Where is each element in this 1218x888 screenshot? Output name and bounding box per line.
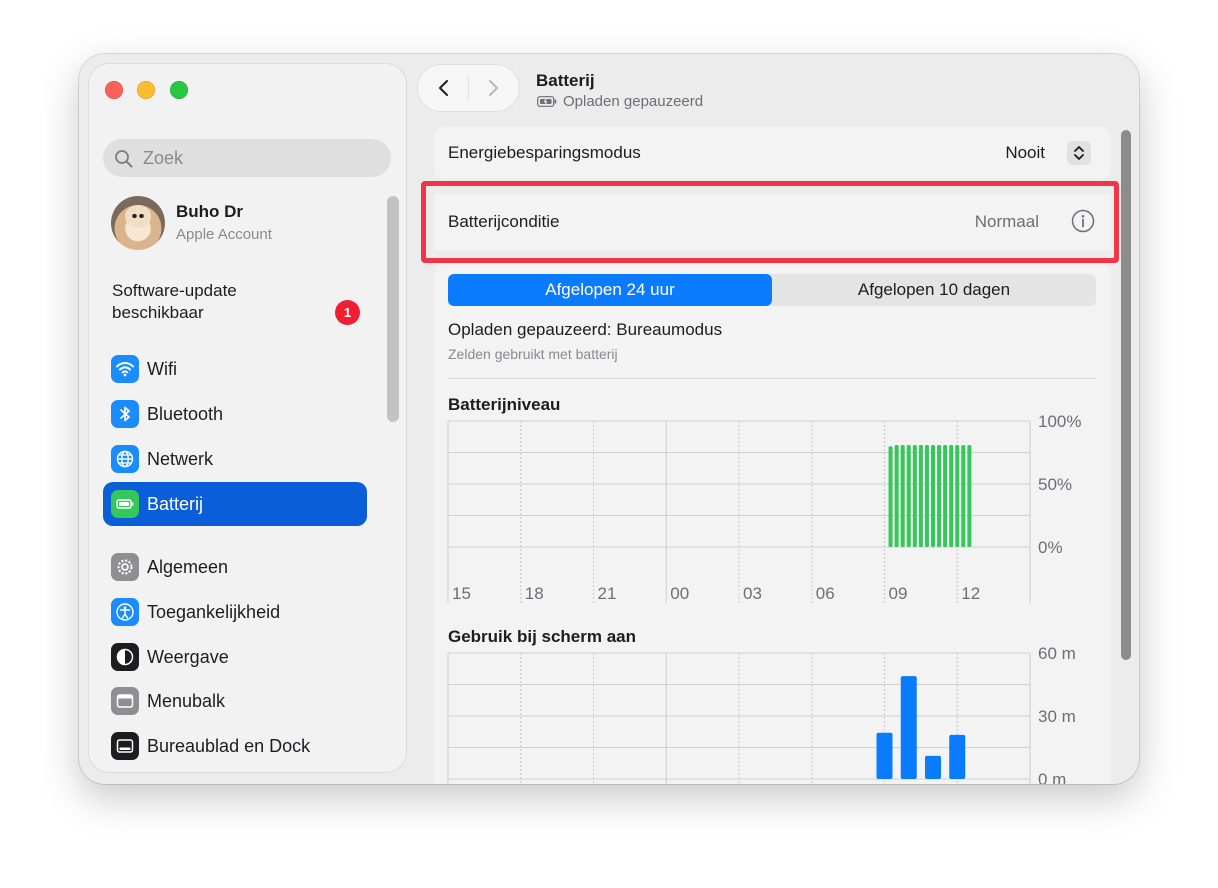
x-tick-label: 15 (452, 584, 471, 603)
sidebar-item-weergave[interactable]: Weergave (103, 635, 367, 679)
update-badge: 1 (335, 300, 360, 325)
chart-bar (937, 444, 942, 547)
account-name: Buho Dr (176, 202, 244, 221)
sidebar-item-toegankelijkheid[interactable]: Toegankelijkheid (103, 590, 367, 634)
chart-bar (961, 444, 966, 547)
search-icon (115, 150, 133, 168)
chart-bar (955, 444, 960, 547)
info-icon[interactable] (1070, 208, 1096, 234)
divider (468, 76, 469, 100)
back-button[interactable] (433, 77, 455, 99)
sidebar-item-label: Algemeen (147, 557, 229, 577)
y-tick-label: 0 m (1038, 770, 1066, 784)
battery-history-card: Afgelopen 24 uur Afgelopen 10 dagen Opla… (434, 264, 1111, 784)
x-tick-label: 21 (598, 584, 617, 603)
close-window-button[interactable] (105, 81, 123, 99)
battery-condition-row: Batterijconditie Normaal (434, 194, 1111, 250)
battery-paused-icon (537, 96, 557, 107)
appearance-icon (111, 643, 139, 671)
battery-condition-label: Batterijconditie (448, 212, 560, 231)
bluetooth-icon (111, 400, 139, 428)
energy-saving-row: Energiebesparingsmodus Nooit (434, 127, 1111, 179)
x-tick-label: 12 (961, 584, 980, 603)
y-tick-label: 0% (1038, 538, 1063, 557)
sidebar-item-label: Bluetooth (147, 404, 224, 424)
sidebar-item-algemeen[interactable]: Algemeen (103, 545, 367, 589)
chart-bar (949, 444, 954, 547)
y-tick-label: 60 m (1038, 644, 1076, 663)
chart-bar (925, 755, 941, 779)
sidebar-item-wifi[interactable]: Wifi (103, 347, 367, 391)
page-subtitle: Opladen gepauzeerd (537, 93, 703, 110)
battery-condition-value: Normaal (974, 212, 1039, 231)
chart-bar (894, 444, 899, 547)
sidebar-item-menubalk[interactable]: Menubalk (103, 679, 367, 723)
x-tick-label: 09 (889, 584, 908, 603)
chart-bar (943, 444, 948, 547)
energy-saving-label: Energiebesparingsmodus (448, 143, 641, 162)
account-subtitle: Apple Account (176, 226, 272, 243)
y-tick-label: 50% (1038, 475, 1072, 494)
sidebar-item-label: Netwerk (147, 449, 214, 469)
chart-bar (967, 444, 972, 547)
y-tick-label: 30 m (1038, 707, 1076, 726)
apple-account-item[interactable]: Buho Dr Apple Account (111, 194, 391, 254)
page-subtitle-text: Opladen gepauzeerd (563, 93, 704, 110)
chart-bar (918, 444, 923, 547)
x-tick-label: 06 (816, 584, 835, 603)
chart-bar (888, 446, 893, 547)
zoom-window-button[interactable] (170, 81, 188, 99)
search-placeholder: Zoek (143, 148, 184, 168)
chart-bar (900, 676, 917, 779)
minimize-window-button[interactable] (137, 81, 155, 99)
wifi-icon (111, 355, 139, 383)
chart-bar (900, 444, 905, 547)
sidebar: Zoek Buho Dr Apple Account Software-upda… (89, 64, 406, 772)
chart-bar (924, 444, 929, 547)
chevron-updown-icon (1074, 146, 1084, 160)
avatar (111, 196, 165, 250)
chart-bar (931, 444, 935, 547)
sidebar-item-bureaublad-en-dock[interactable]: Bureaublad en Dock (103, 724, 367, 768)
chart-bar (912, 444, 917, 547)
page-title: Batterij (536, 71, 595, 90)
navigation-buttons (418, 65, 519, 111)
settings-window: Zoek Buho Dr Apple Account Software-upda… (79, 54, 1139, 784)
sidebar-scrollbar[interactable] (387, 196, 399, 422)
sidebar-item-label: Bureaublad en Dock (147, 736, 311, 756)
chart-bar (949, 734, 966, 779)
sidebar-item-batterij[interactable]: Batterij (103, 482, 367, 526)
sidebar-item-label: Weergave (147, 647, 229, 667)
software-update-item[interactable]: Software-update beschikbaar (112, 280, 372, 324)
main-scrollbar[interactable] (1121, 130, 1131, 660)
y-tick-label: 100% (1038, 412, 1081, 431)
gear-icon (111, 553, 139, 581)
x-tick-label: 18 (525, 584, 544, 603)
chart-bar (906, 444, 911, 547)
sidebar-item-label: Toegankelijkheid (147, 602, 281, 622)
dock-icon (111, 732, 139, 760)
sidebar-item-netwerk[interactable]: Netwerk (103, 437, 367, 481)
menubar-icon (111, 687, 139, 715)
battery-charts: 100% 50% 0% 15 18 21 00 03 06 09 12 60 m 30 m 0 m (447, 412, 1081, 784)
x-tick-label: 03 (743, 584, 762, 603)
battery-icon (111, 490, 139, 518)
energy-saving-popup-button[interactable] (1067, 141, 1091, 165)
energy-saving-value[interactable]: Nooit (1005, 143, 1045, 163)
software-update-label: Software-update beschikbaar (112, 281, 237, 322)
sidebar-item-label: Menubalk (147, 691, 226, 711)
sidebar-item-label: Batterij (147, 494, 204, 514)
forward-button[interactable] (482, 77, 504, 99)
x-tick-label: 00 (670, 584, 689, 603)
globe-icon (111, 445, 139, 473)
sidebar-item-bluetooth[interactable]: Bluetooth (103, 392, 367, 436)
sidebar-item-label: Wifi (147, 359, 177, 379)
chart-bar (876, 732, 893, 779)
search-field[interactable]: Zoek (103, 139, 391, 177)
accessibility-icon (111, 598, 139, 626)
